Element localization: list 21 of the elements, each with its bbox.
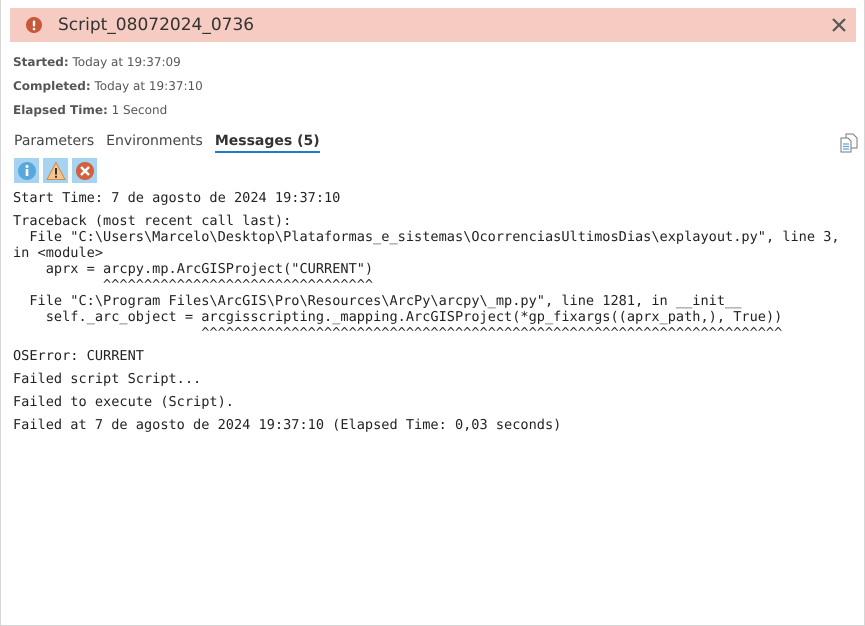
- message-text: Failed to execute (Script).: [13, 394, 235, 410]
- warning-icon: [46, 160, 66, 180]
- message-text: Failed script Script...: [13, 371, 202, 387]
- message-text: OSError: CURRENT: [13, 348, 145, 364]
- error-filter-button[interactable]: [72, 158, 97, 183]
- window-title: Script_08072024_0736: [58, 15, 256, 35]
- message-text: Traceback (most recent call last): File "C:\Users\Marcelo\Desktop\Plataformas_e_sistemas\OcorrenciasUltimosDias\explayout.py", line 3, in <module> aprx = arcpy.mp.ArcGISProject("CURRENT") ^^^^^^^^^^^^^^^^^^^^^^^^^^^^^^^^^ File "C:\Program Files\ArcGIS\Pro\Resources\ArcPy\arcpy\_mp.py", line 1281, in __init__ self._arc_object = arcgisscripting._mapping.ArcGISProject(*gp_fixargs((aprx_path,), True)) ^^^^^^^^^^^^^^^^^^^^^^^^^^^^^^^^^^^^^^^^^^^^^^^^^^^^^^^^^^^^^^^^^^^^^^^: [13, 213, 841, 341]
- warning-filter-button[interactable]: [43, 158, 68, 183]
- info-icon: [16, 160, 36, 180]
- error-icon: [74, 160, 94, 180]
- close-button[interactable]: [830, 16, 848, 34]
- tab[interactable]: Environments: [106, 133, 203, 153]
- error-icon: [26, 17, 42, 33]
- detail-text: Completed: Today at 19:37:10: [12, 78, 204, 94]
- tab[interactable]: Messages (5): [214, 133, 320, 153]
- message-text: Start Time: 7 de agosto de 2024 19:37:10: [13, 190, 342, 206]
- tab[interactable]: Parameters: [14, 133, 94, 153]
- message-text: Failed at 7 de agosto de 2024 19:37:10 (Elapsed Time: 0,03 seconds): [13, 417, 562, 433]
- copy-icon[interactable]: [840, 133, 858, 153]
- detail-text: Started: Today at 19:37:09: [12, 54, 182, 70]
- detail-text: Elapsed Time: 1 Second: [12, 102, 168, 118]
